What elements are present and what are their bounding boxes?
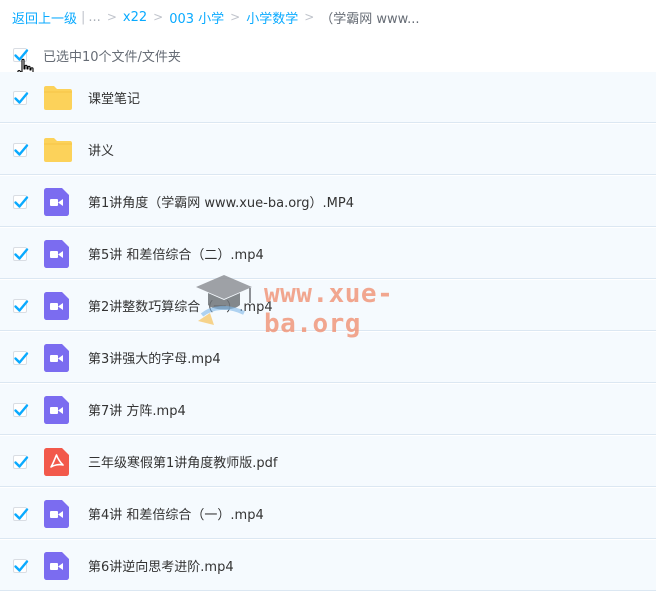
video-icon: [43, 292, 73, 320]
chevron-right-icon: >: [106, 10, 117, 24]
file-checkbox[interactable]: [13, 507, 29, 521]
breadcrumb-ellipsis[interactable]: ...: [88, 10, 100, 25]
checkmark-icon: [14, 144, 29, 156]
file-checkbox[interactable]: [13, 299, 29, 313]
selection-count-label: 已选中10个文件/文件夹: [43, 50, 181, 65]
file-name[interactable]: 课堂笔记: [88, 88, 140, 107]
file-checkbox[interactable]: [13, 143, 29, 157]
file-name[interactable]: 第2讲整数巧算综合（一）.mp4: [88, 296, 273, 315]
file-checkbox[interactable]: [13, 247, 29, 261]
chevron-right-icon: >: [230, 10, 241, 24]
checkmark-icon: [14, 300, 29, 312]
file-row[interactable]: 第2讲整数巧算综合（一）.mp4: [0, 280, 656, 331]
file-row[interactable]: 第5讲 和差倍综合（二）.mp4: [0, 228, 656, 279]
breadcrumb-item-math[interactable]: 小学数学: [246, 8, 298, 27]
checkmark-icon: [14, 404, 29, 416]
file-name[interactable]: 第1讲角度（学霸网 www.xue-ba.org）.MP4: [88, 192, 354, 211]
file-name[interactable]: 第7讲 方阵.mp4: [88, 400, 186, 419]
file-row[interactable]: 课堂笔记: [0, 72, 656, 123]
checkmark-icon: [14, 196, 29, 208]
file-checkbox[interactable]: [13, 91, 29, 105]
file-name[interactable]: 第3讲强大的字母.mp4: [88, 348, 221, 367]
video-icon: [43, 344, 73, 372]
checkmark-icon: [14, 248, 29, 260]
checkmark-icon: [14, 352, 29, 364]
video-icon: [43, 240, 73, 268]
checkmark-icon: [14, 92, 29, 104]
file-list: 课堂笔记讲义第1讲角度（学霸网 www.xue-ba.org）.MP4 第5讲 和…: [0, 72, 656, 592]
checkmark-icon: [14, 456, 29, 468]
video-icon: [43, 500, 73, 528]
file-name[interactable]: 第5讲 和差倍综合（二）.mp4: [88, 244, 264, 263]
checkmark-icon: [14, 508, 29, 520]
file-row[interactable]: 第4讲 和差倍综合（一）.mp4: [0, 488, 656, 539]
file-row[interactable]: 讲义: [0, 124, 656, 175]
file-checkbox[interactable]: [13, 195, 29, 209]
folder-icon: [43, 84, 73, 112]
file-name[interactable]: 讲义: [88, 140, 114, 159]
file-name[interactable]: 第4讲 和差倍综合（一）.mp4: [88, 504, 264, 523]
video-icon: [43, 552, 73, 580]
checkmark-icon: [14, 560, 29, 572]
file-checkbox[interactable]: [13, 403, 29, 417]
selection-bar: 已选中10个文件/文件夹: [0, 38, 656, 72]
file-row[interactable]: 第7讲 方阵.mp4: [0, 384, 656, 435]
file-row[interactable]: 第6讲逆向思考进阶.mp4: [0, 540, 656, 591]
folder-icon: [43, 136, 73, 164]
file-name[interactable]: 三年级寒假第1讲角度教师版.pdf: [88, 452, 277, 471]
breadcrumb-divider: |: [81, 9, 86, 25]
pdf-icon: [43, 448, 73, 476]
breadcrumb-item-x22[interactable]: x22: [123, 10, 147, 25]
file-checkbox[interactable]: [13, 351, 29, 365]
breadcrumb-item-003[interactable]: 003 小学: [169, 8, 224, 27]
breadcrumb-current: （学霸网 www...: [320, 11, 420, 27]
file-checkbox[interactable]: [13, 559, 29, 573]
file-checkbox[interactable]: [13, 455, 29, 469]
video-icon: [43, 188, 73, 216]
back-link[interactable]: 返回上一级: [12, 8, 77, 27]
video-icon: [43, 396, 73, 424]
file-name[interactable]: 第6讲逆向思考进阶.mp4: [88, 556, 234, 575]
breadcrumb: 返回上一级 | ... > x22 > 003 小学 > 小学数学 > （学霸网…: [12, 7, 656, 27]
file-row[interactable]: 第3讲强大的字母.mp4: [0, 332, 656, 383]
file-row[interactable]: 第1讲角度（学霸网 www.xue-ba.org）.MP4: [0, 176, 656, 227]
file-row[interactable]: 三年级寒假第1讲角度教师版.pdf: [0, 436, 656, 487]
chevron-right-icon: >: [304, 10, 315, 24]
chevron-right-icon: >: [153, 10, 164, 24]
